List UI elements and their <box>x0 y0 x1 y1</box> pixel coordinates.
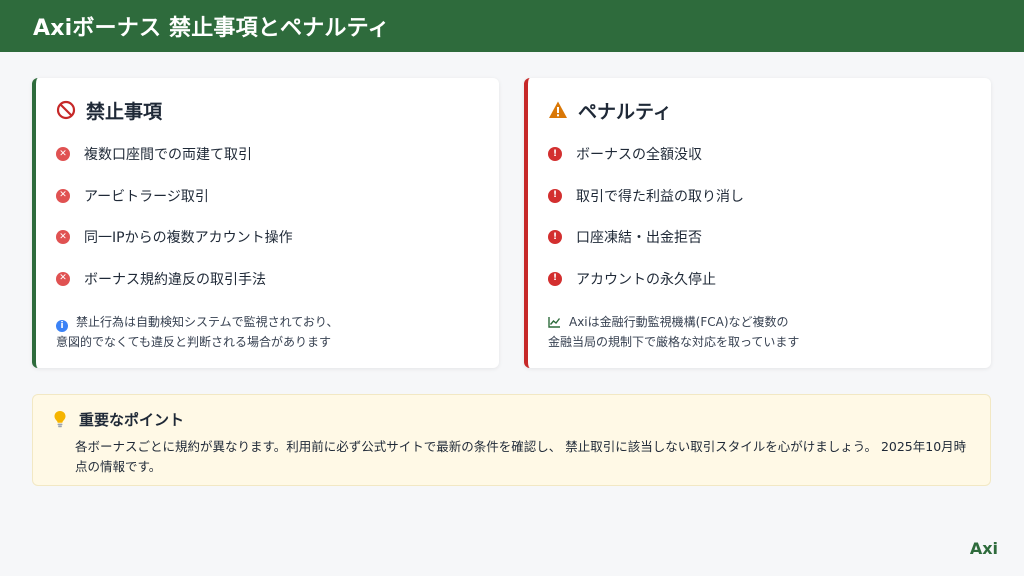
x-circle-icon: ✕ <box>56 147 70 161</box>
prohibited-note: i 禁止行為は自動検知システムで監視されており、 意図的でなくても違反と判断される… <box>56 312 479 352</box>
list-item: ✕ ボーナス規約違反の取引手法 <box>56 269 479 289</box>
list-item: ✕ 複数口座間での両建て取引 <box>56 144 479 164</box>
x-circle-icon: ✕ <box>56 188 70 203</box>
penalty-card-title: ペナルティ <box>548 98 971 123</box>
prohibited-note-line1: 禁止行為は自動検知システムで監視されており、 <box>76 315 339 329</box>
exclamation-circle-icon: ! <box>548 271 562 286</box>
penalty-note-line2: 金融当局の規制下で厳格な対応を取っています <box>548 335 800 349</box>
exclamation-circle-icon: ! <box>548 230 562 244</box>
list-item-text: 口座凍結・出金拒否 <box>576 230 702 246</box>
list-item: ! 口座凍結・出金拒否 <box>548 227 971 247</box>
list-item-text: 同一IPからの複数アカウント操作 <box>84 230 293 246</box>
key-point-body: 各ボーナスごとに規約が異なります。利用前に必ず公式サイトで最新の条件を確認し、 … <box>75 439 967 474</box>
prohibited-title-text: 禁止事項 <box>86 100 163 123</box>
lightbulb-icon <box>54 411 66 428</box>
key-point-title-text: 重要なポイント <box>79 410 185 429</box>
axi-logo: Axi <box>969 539 998 558</box>
page-header: Axiボーナス 禁止事項とペナルティ <box>0 0 1024 52</box>
list-item: ✕ アービトラージ取引 <box>56 186 479 206</box>
list-item-text: 複数口座間での両建て取引 <box>84 147 252 163</box>
list-item-text: アカウントの永久停止 <box>576 271 716 288</box>
penalty-title-text: ペナルティ <box>578 100 672 123</box>
penalty-note-line1: Axiは金融行動監視機構(FCA)など複数の <box>569 315 789 329</box>
prohibited-note-line2: 意図的でなくても違反と判断される場合があります <box>56 335 332 349</box>
chart-line-icon <box>548 317 561 328</box>
list-item-text: アービトラージ取引 <box>84 188 209 205</box>
list-item: ! アカウントの永久停止 <box>548 269 971 289</box>
key-point-box: 重要なポイント 各ボーナスごとに規約が異なります。利用前に必ず公式サイトで最新の… <box>32 394 991 486</box>
penalty-note: Axiは金融行動監視機構(FCA)など複数の 金融当局の規制下で厳格な対応を取っ… <box>548 312 971 352</box>
list-item: ! 取引で得た利益の取り消し <box>548 186 971 206</box>
list-item-text: ボーナスの全額没収 <box>576 147 702 163</box>
list-item: ! ボーナスの全額没収 <box>548 144 971 164</box>
info-circle-icon: i <box>56 320 68 332</box>
list-item-text: 取引で得た利益の取り消し <box>576 188 744 205</box>
penalty-card: ペナルティ ! ボーナスの全額没収 ! 取引で得た利益の取り消し ! 口座凍結・… <box>524 78 991 368</box>
x-circle-icon: ✕ <box>56 271 70 286</box>
exclamation-circle-icon: ! <box>548 188 562 203</box>
key-point-title: 重要なポイント <box>53 409 970 429</box>
list-item-text: ボーナス規約違反の取引手法 <box>84 271 266 288</box>
prohibited-card-title: 禁止事項 <box>56 98 479 123</box>
exclamation-circle-icon: ! <box>548 147 562 161</box>
prohibited-card: 禁止事項 ✕ 複数口座間での両建て取引 ✕ アービトラージ取引 ✕ 同一IPから… <box>32 78 499 368</box>
x-circle-icon: ✕ <box>56 230 70 244</box>
warning-triangle-icon <box>549 101 567 118</box>
list-item: ✕ 同一IPからの複数アカウント操作 <box>56 227 479 247</box>
page-title: Axiボーナス 禁止事項とペナルティ <box>33 16 390 41</box>
no-entry-icon <box>56 100 76 120</box>
penalty-list: ! ボーナスの全額没収 ! 取引で得た利益の取り消し ! 口座凍結・出金拒否 !… <box>548 144 971 289</box>
prohibited-list: ✕ 複数口座間での両建て取引 ✕ アービトラージ取引 ✕ 同一IPからの複数アカ… <box>56 144 479 289</box>
